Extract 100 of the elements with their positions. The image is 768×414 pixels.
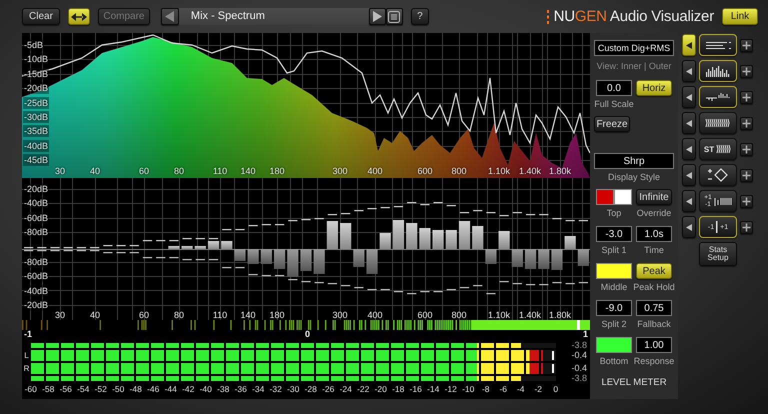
plus-icon [742,170,751,180]
vertical-line-icon [716,221,718,233]
axis-label: -30dB [23,111,50,123]
axis-label: -80dB [23,256,50,268]
mode-field[interactable]: Custom Dig+RMS [594,40,674,56]
next-button[interactable] [368,8,386,25]
axis-label: -40dB [23,284,50,297]
frequency-label: 80 [174,165,184,177]
add-button[interactable] [740,90,753,104]
frequency-label: 800 [451,309,467,321]
display-style-field[interactable]: Shrp [594,153,674,169]
link-arrows-button[interactable] [68,8,90,25]
slot-arrow-button[interactable] [682,34,696,56]
slot-arrow-button[interactable] [682,112,696,134]
meter-reading: -0.4 [570,364,588,373]
peak-color-swatch[interactable] [614,189,632,205]
frequency-label: 600 [417,165,433,177]
view-label: View: Inner | Outer [596,61,672,71]
list-button[interactable] [386,8,403,25]
axis-label: -20dB [23,299,50,312]
scale-label: -2 [533,384,544,394]
scale-label: -12 [444,384,458,394]
full-scale-field[interactable]: 0.0 [596,80,632,96]
frequency-label: 180 [269,165,285,177]
scale-label: -36 [234,384,248,394]
add-button[interactable] [740,38,753,52]
color-swatch[interactable] [596,189,614,205]
add-button[interactable] [740,116,753,130]
frequency-label: 400 [367,165,383,177]
frequency-label: 60 [139,165,149,177]
axis-label: -35dB [23,125,50,138]
previous-button[interactable] [160,8,179,25]
link-button[interactable]: Link [722,8,758,25]
frequency-label: 1.80k [548,165,572,177]
field-caption: Split 2 [601,318,626,330]
toggle-button[interactable]: Peak [636,263,672,279]
scale-label: 0 [552,384,560,394]
view-button[interactable] [699,86,737,108]
color-swatch[interactable] [596,337,632,353]
axis-label: -20dB [23,82,50,94]
value-field[interactable]: -3.0 [596,226,632,242]
field-caption: Top [606,207,622,219]
frequency-label: 40 [90,165,100,177]
clear-button[interactable]: Clear [22,8,60,25]
toggle-button[interactable]: Infinite [636,189,672,205]
left-triangle-icon [686,224,692,230]
meter-reading: -3.8 [570,374,588,383]
view-button[interactable] [699,60,737,82]
preset-field[interactable]: Mix - Spectrum [178,8,369,25]
scale-label: -56 [58,384,73,394]
add-button[interactable] [740,168,753,182]
slot-arrow-button[interactable] [682,216,696,238]
color-swatch[interactable] [596,263,632,279]
value-field[interactable]: -9.0 [596,300,632,316]
help-button[interactable]: ? [410,8,429,25]
frequency-label: 1.80k [548,309,572,321]
scale-label: -30 [286,384,300,394]
value-field[interactable]: 1.00 [636,337,672,353]
diamond-icon [706,168,730,182]
view-button[interactable] [699,34,737,56]
axis-label: -60dB [23,212,50,224]
plus-icon [742,92,751,102]
slot-arrow-button[interactable] [682,190,696,212]
value-field[interactable]: 0.75 [636,300,672,316]
add-button[interactable] [740,64,753,78]
field-caption: Fallback [637,318,671,330]
stats-setup-button[interactable]: Stats Setup [699,242,737,266]
left-triangle-icon [165,11,174,22]
correlation-label: 1 [582,330,588,339]
scale-label: -10 [461,384,476,394]
scale-label: -8 [480,384,491,394]
scale-label: -42 [181,384,196,394]
tick-marks-icon [714,196,732,206]
field-caption: Peak Hold [633,281,675,293]
slot-arrow-button[interactable] [682,138,696,160]
scale-label: -52 [94,384,108,394]
slot-arrow-button[interactable] [682,60,696,82]
frequency-label: 140 [240,165,256,177]
orientation-button[interactable]: Horiz [636,80,672,96]
scale-label: -44 [164,384,178,394]
correlation-label: 0 [304,330,310,339]
view-button[interactable] [699,112,737,134]
scale-label: -46 [146,384,160,394]
view-button[interactable] [699,164,737,186]
scale-label: -60 [24,384,38,394]
add-button[interactable] [740,194,753,208]
value-field[interactable]: 1.0s [636,226,672,242]
add-button[interactable] [740,220,753,234]
slot-arrow-button[interactable] [682,86,696,108]
view-button[interactable]: ST [699,138,737,160]
add-button[interactable] [740,142,753,156]
plus-icon [742,196,751,206]
scale-label: -54 [76,384,90,394]
plus-icon [742,40,751,50]
scale-label: -40 [198,384,213,394]
freeze-button[interactable]: Freeze [594,116,630,132]
slot-arrow-button[interactable] [682,164,696,186]
scale-label: -32 [268,384,283,394]
frequency-label: 60 [139,309,149,321]
right-triangle-icon [372,11,382,22]
